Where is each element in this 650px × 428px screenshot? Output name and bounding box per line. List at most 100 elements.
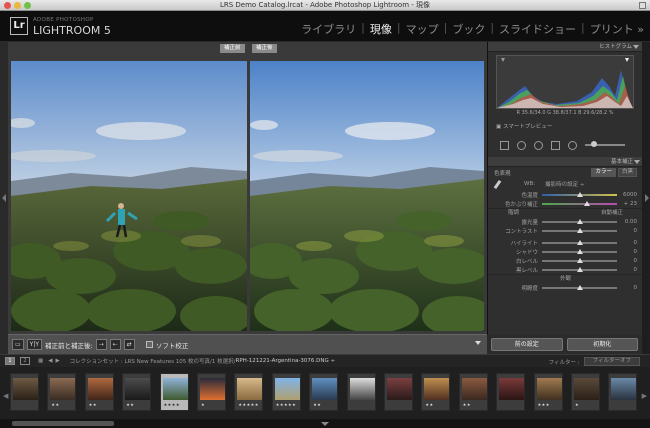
left-panel-toggle[interactable] bbox=[0, 42, 8, 354]
filmstrip-thumbnail[interactable]: ★★★ bbox=[533, 373, 563, 411]
module-book[interactable]: ブック bbox=[452, 21, 485, 37]
filmstrip-left-icon[interactable]: ◀ bbox=[3, 392, 8, 400]
filmstrip-thumbnail[interactable]: ★ bbox=[571, 373, 600, 411]
slider-knob[interactable] bbox=[576, 266, 583, 272]
slider-value[interactable]: 0.00 bbox=[617, 219, 637, 225]
filmstrip-thumbnail[interactable] bbox=[346, 373, 376, 411]
slider-value[interactable]: 0 bbox=[617, 285, 638, 291]
slider-value[interactable]: 0 bbox=[617, 258, 638, 264]
filmstrip-thumbnail[interactable]: ★★ bbox=[47, 373, 77, 411]
filmstrip-thumbnail[interactable]: ★★★★★ bbox=[271, 373, 301, 411]
slider-value[interactable]: + 23 bbox=[617, 201, 637, 207]
crop-tool-icon[interactable] bbox=[500, 140, 509, 150]
primary-window-button[interactable]: 1 bbox=[5, 357, 15, 365]
before-photo[interactable] bbox=[11, 61, 247, 331]
filmstrip-thumbnail[interactable]: ★★ bbox=[309, 373, 339, 411]
loupe-view-button[interactable]: ▭ bbox=[12, 339, 24, 350]
histogram-header[interactable]: ヒストグラム bbox=[488, 42, 642, 52]
eyedropper-icon[interactable] bbox=[494, 179, 504, 189]
toolbar-options-icon[interactable] bbox=[475, 341, 481, 345]
thumbnail-image bbox=[312, 378, 338, 400]
module-print[interactable]: プリント » bbox=[590, 21, 644, 37]
forward-icon[interactable]: ▶ bbox=[55, 358, 59, 364]
module-separator: | bbox=[443, 21, 448, 34]
slider-knob[interactable] bbox=[576, 284, 583, 290]
slider-knob[interactable] bbox=[576, 218, 583, 224]
slider-track[interactable] bbox=[542, 227, 617, 233]
slider-value[interactable]: 0 bbox=[617, 228, 638, 234]
slider-value[interactable]: 0 bbox=[617, 249, 638, 255]
slider-label: 色温度 bbox=[521, 192, 538, 199]
slider-track[interactable] bbox=[542, 218, 617, 224]
filmstrip-scrollbar[interactable] bbox=[0, 419, 650, 428]
previous-settings-button[interactable]: 前の設定 bbox=[491, 338, 563, 351]
filmstrip-thumbnail[interactable]: ★★★★ bbox=[159, 373, 189, 411]
collection-path[interactable]: コレクションセット : LRS New Features 105 枚の写真/1 … bbox=[70, 357, 236, 365]
slider-knob[interactable] bbox=[576, 239, 583, 245]
copy-before-to-after-icon[interactable]: ⇢ bbox=[95, 339, 107, 350]
expand-left-icon bbox=[2, 194, 6, 202]
filmstrip-thumbnail[interactable]: ★★ bbox=[421, 373, 451, 411]
filmstrip-thumbnail[interactable] bbox=[10, 373, 39, 411]
slider-track[interactable] bbox=[542, 257, 617, 263]
color-option[interactable]: カラー bbox=[591, 168, 616, 177]
filmstrip-right-icon[interactable]: ▶ bbox=[642, 392, 647, 400]
before-after-view-button[interactable]: Y|Y bbox=[26, 339, 43, 350]
soft-proof-checkbox[interactable] bbox=[145, 341, 153, 348]
radial-filter-icon[interactable] bbox=[568, 140, 577, 150]
slider-track[interactable] bbox=[542, 239, 617, 245]
thumbnail-rating: ★★ bbox=[313, 402, 322, 407]
histogram[interactable] bbox=[496, 55, 634, 109]
slider-value[interactable]: 0 bbox=[617, 267, 638, 273]
filmstrip-thumbnail[interactable]: ★★ bbox=[122, 373, 152, 411]
slider-track[interactable] bbox=[542, 248, 617, 254]
basic-header[interactable]: 基本補正 bbox=[488, 157, 643, 167]
treatment-row: 色表現 カラー 白黒 bbox=[488, 167, 643, 178]
module-map[interactable]: マップ bbox=[406, 21, 439, 37]
slider-knob[interactable] bbox=[584, 200, 590, 206]
collapse-bottom-panel-icon[interactable] bbox=[321, 422, 329, 426]
fullscreen-icon[interactable] bbox=[639, 2, 646, 9]
secondary-window-button[interactable]: 2 bbox=[20, 357, 30, 365]
spot-removal-tool-icon[interactable] bbox=[517, 140, 526, 150]
slider-track[interactable] bbox=[542, 191, 617, 197]
bw-option[interactable]: 白黒 bbox=[617, 168, 637, 177]
slider-value[interactable]: 6000 bbox=[617, 192, 637, 198]
filter-select[interactable]: フィルターオフ bbox=[583, 357, 640, 366]
slider-track[interactable] bbox=[542, 266, 617, 272]
right-panel-toggle[interactable] bbox=[642, 42, 650, 354]
reset-button[interactable]: 初期化 bbox=[566, 338, 638, 351]
filename[interactable]: RPH-121221-Argentina-3076.DNG ÷ bbox=[236, 358, 336, 364]
slider-knob[interactable] bbox=[576, 257, 583, 263]
swap-before-after-icon[interactable]: ⇄ bbox=[123, 339, 135, 350]
back-icon[interactable]: ◀ bbox=[48, 358, 52, 364]
module-slideshow[interactable]: スライドショー bbox=[499, 21, 576, 37]
wb-select[interactable]: 撮影時の設定 ÷ bbox=[545, 180, 584, 188]
slider-knob[interactable] bbox=[576, 191, 583, 197]
soft-proof-label: ソフト校正 bbox=[155, 341, 189, 350]
scrollbar-thumb[interactable] bbox=[12, 421, 114, 426]
filmstrip-thumbnail[interactable] bbox=[496, 373, 526, 411]
red-eye-tool-icon[interactable] bbox=[534, 140, 543, 150]
adjustment-brush-slider[interactable] bbox=[585, 141, 625, 147]
filmstrip[interactable]: ◀ ▶ ★★ ★★ ★★ ★★★★ ★ ★★★★★ ★★★★★ ★★ ★★ ★★ ★★★ ★ bbox=[0, 367, 650, 419]
slider-knob[interactable] bbox=[576, 227, 583, 233]
after-photo[interactable] bbox=[250, 61, 484, 331]
slider-value[interactable]: 0 bbox=[617, 240, 638, 246]
auto-tone-button[interactable]: 自動補正 bbox=[601, 209, 623, 217]
filmstrip-thumbnail[interactable]: ★★★★★ bbox=[234, 373, 264, 411]
filmstrip-thumbnail[interactable]: ★ bbox=[197, 373, 226, 411]
graduated-filter-icon[interactable] bbox=[551, 140, 560, 150]
filmstrip-thumbnail[interactable] bbox=[608, 373, 638, 411]
filmstrip-thumbnail[interactable]: ★★ bbox=[458, 373, 488, 411]
image-view[interactable]: 補正前 補正後 bbox=[8, 42, 487, 354]
filmstrip-thumbnail[interactable] bbox=[384, 373, 413, 411]
slider-track[interactable] bbox=[542, 200, 617, 206]
filmstrip-thumbnail[interactable]: ★★ bbox=[84, 373, 114, 411]
slider-knob[interactable] bbox=[576, 248, 583, 254]
slider-track[interactable] bbox=[542, 284, 617, 290]
grid-view-icon[interactable]: ▦ bbox=[38, 358, 43, 364]
module-library[interactable]: ライブラリ bbox=[301, 21, 356, 37]
copy-after-to-before-icon[interactable]: ⇠ bbox=[109, 339, 121, 350]
module-develop[interactable]: 現像 bbox=[370, 21, 392, 37]
